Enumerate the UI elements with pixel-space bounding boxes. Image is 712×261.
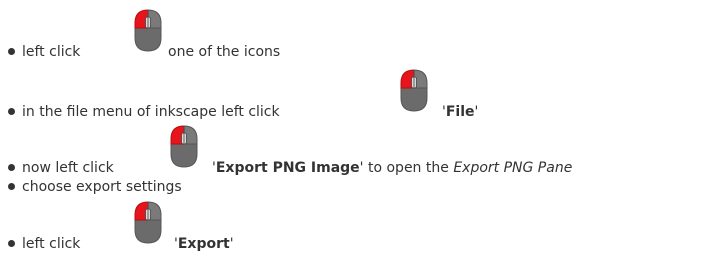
bullet: [8, 183, 15, 190]
bullet: [8, 48, 15, 55]
step-text: choose export settings: [22, 179, 182, 195]
menu-item-name: File: [445, 104, 475, 120]
bullet: [8, 108, 15, 115]
step-text: in the file menu of inkscape left click: [22, 104, 280, 120]
step-text: left click: [22, 236, 81, 252]
mouse-left-click-icon: [132, 200, 164, 246]
step-text: left click: [22, 44, 81, 60]
pane-name: Export PNG Pane: [453, 160, 573, 176]
step-text: now left click: [22, 160, 114, 176]
bullet: [8, 240, 15, 247]
menu-reference: 'Export': [174, 236, 234, 252]
step-text-after: one of the icons: [168, 44, 281, 60]
bullet: [8, 164, 15, 171]
menu-reference: 'File': [442, 104, 479, 120]
mouse-left-click-icon: [132, 8, 164, 54]
mouse-left-click-icon: [398, 68, 430, 114]
menu-item-name: Export: [177, 236, 230, 252]
menu-reference: 'Export PNG Image' to open the Export PN…: [212, 160, 573, 176]
menu-item-name: Export PNG Image: [215, 160, 360, 176]
mouse-left-click-icon: [168, 124, 200, 170]
